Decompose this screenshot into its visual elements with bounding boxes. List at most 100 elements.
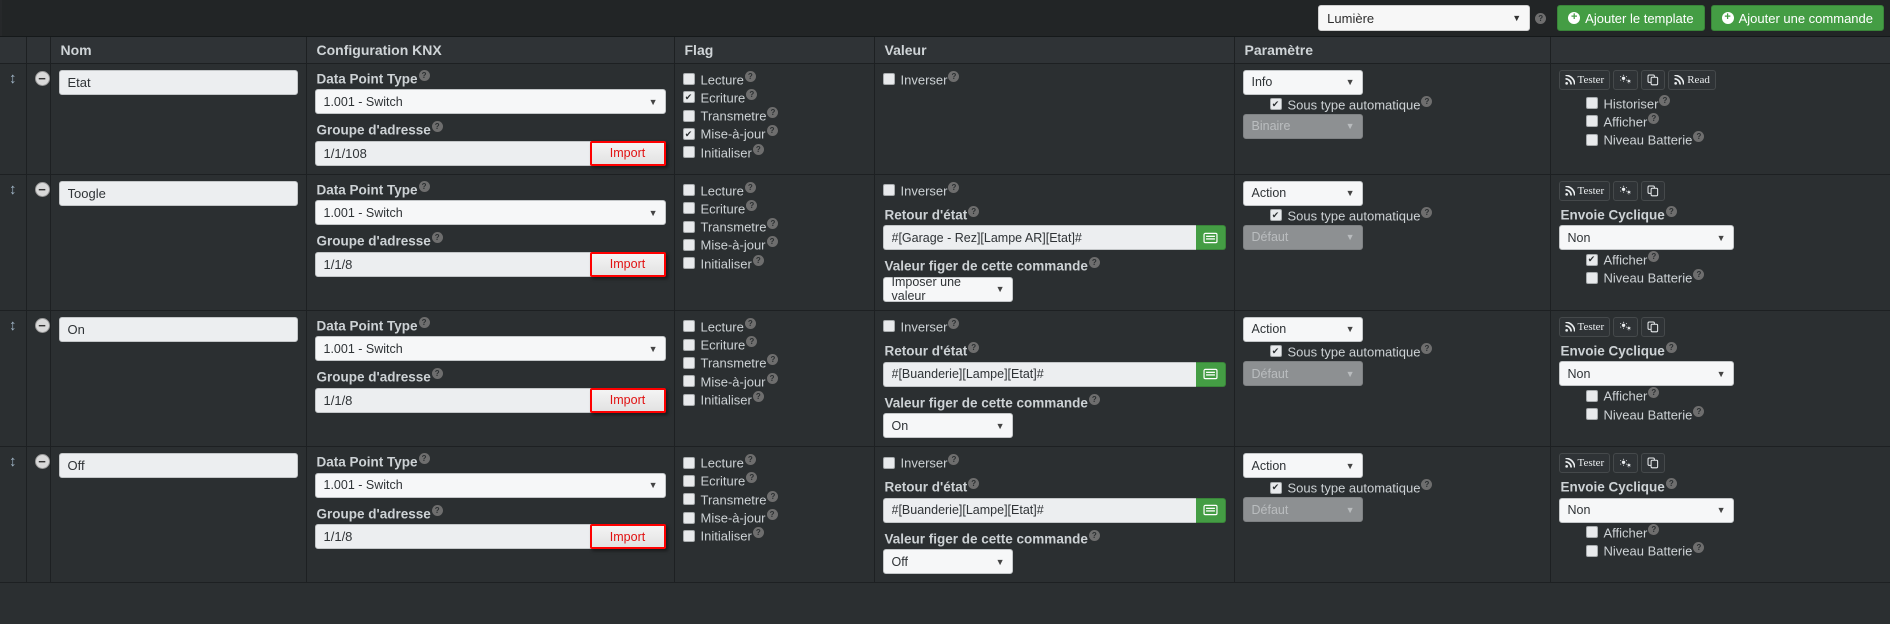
flag-mise-a-jour-checkbox[interactable]	[682, 239, 695, 252]
data-point-type-select[interactable]: 1.001 - Switch ▼	[314, 472, 666, 498]
help-icon[interactable]: ?	[418, 316, 430, 328]
help-icon[interactable]: ?	[1693, 131, 1705, 143]
drag-handle-icon[interactable]: ↕	[9, 317, 17, 334]
duplicate-button[interactable]	[1641, 180, 1666, 201]
inverser-checkbox[interactable]	[882, 320, 895, 333]
nom-input[interactable]	[58, 69, 298, 95]
import-button[interactable]: Import	[589, 140, 666, 166]
help-icon[interactable]: ?	[948, 454, 960, 466]
help-icon[interactable]: ?	[746, 88, 758, 100]
sous-type-automatique-checkbox[interactable]	[1269, 98, 1282, 111]
groupe-adresse-input[interactable]	[315, 252, 590, 276]
drag-handle-icon[interactable]: ↕	[9, 70, 17, 87]
help-icon[interactable]: ?	[752, 143, 764, 155]
sous-type-automatique-checkbox[interactable]	[1269, 209, 1282, 222]
niveau-batterie-checkbox[interactable]	[1585, 408, 1598, 421]
valeur-figer-select[interactable]: On ▼	[882, 413, 1013, 439]
nom-input[interactable]	[58, 316, 298, 342]
help-icon[interactable]: ?	[1421, 479, 1433, 491]
help-icon[interactable]: ?	[431, 504, 443, 516]
afficher-checkbox[interactable]	[1585, 115, 1598, 128]
help-icon[interactable]: ?	[744, 70, 756, 82]
help-icon[interactable]: ?	[744, 181, 756, 193]
sous-type-automatique-checkbox[interactable]	[1269, 481, 1282, 494]
configure-button[interactable]	[1613, 180, 1639, 201]
help-icon[interactable]: ?	[948, 181, 960, 193]
tester-button[interactable]: Tester	[1558, 453, 1611, 474]
help-icon[interactable]: ?	[1421, 206, 1433, 218]
help-icon[interactable]: ?	[744, 454, 756, 466]
configure-button[interactable]	[1613, 316, 1639, 337]
retour-etat-input[interactable]	[882, 225, 1196, 251]
import-button[interactable]: Import	[589, 387, 666, 413]
help-icon[interactable]: ?	[431, 121, 443, 132]
help-icon[interactable]: ?	[1693, 405, 1705, 417]
flag-transmetre-checkbox[interactable]	[682, 357, 695, 370]
valeur-figer-select[interactable]: Imposer une valeur ▼	[882, 275, 1013, 303]
help-icon[interactable]: ?	[767, 354, 779, 366]
select-retour-etat-button[interactable]	[1195, 497, 1226, 523]
tester-button[interactable]: Tester	[1558, 180, 1611, 201]
groupe-adresse-input[interactable]	[315, 525, 590, 549]
help-icon[interactable]: ?	[968, 478, 980, 490]
flag-transmetre-checkbox[interactable]	[682, 493, 695, 506]
data-point-type-select[interactable]: 1.001 - Switch ▼	[314, 89, 666, 114]
flag-initialiser-checkbox[interactable]	[682, 146, 695, 159]
drag-handle-icon[interactable]: ↕	[9, 453, 17, 470]
help-icon[interactable]: ?	[767, 490, 779, 502]
help-icon[interactable]: ?	[431, 368, 443, 380]
help-icon[interactable]: ?	[948, 70, 960, 82]
help-icon[interactable]: ?	[418, 69, 430, 81]
afficher-checkbox[interactable]	[1585, 526, 1598, 539]
flag-lecture-checkbox[interactable]	[682, 73, 695, 86]
retour-etat-input[interactable]	[882, 361, 1196, 387]
help-icon[interactable]: ?	[1659, 94, 1671, 106]
flag-ecriture-checkbox[interactable]	[682, 475, 695, 488]
flag-mise-a-jour-checkbox[interactable]	[682, 375, 695, 388]
tester-button[interactable]: Tester	[1558, 316, 1611, 337]
configure-button[interactable]	[1613, 453, 1639, 474]
groupe-adresse-input[interactable]	[315, 388, 590, 412]
add-template-button[interactable]: + Ajouter le template	[1557, 5, 1705, 31]
help-icon[interactable]: ?	[1535, 12, 1547, 24]
add-command-button[interactable]: + Ajouter une commande	[1710, 5, 1884, 31]
help-icon[interactable]: ?	[1088, 257, 1100, 269]
help-icon[interactable]: ?	[744, 317, 756, 329]
param-type-select[interactable]: Action ▼	[1242, 453, 1363, 479]
envoie-cyclique-select[interactable]: Non ▼	[1558, 225, 1734, 250]
retour-etat-input[interactable]	[882, 497, 1196, 523]
flag-mise-a-jour-checkbox[interactable]	[682, 511, 695, 524]
select-retour-etat-button[interactable]	[1195, 225, 1226, 251]
sous-type-automatique-checkbox[interactable]	[1269, 345, 1282, 358]
flag-ecriture-checkbox[interactable]	[682, 338, 695, 351]
duplicate-button[interactable]	[1641, 69, 1666, 90]
help-icon[interactable]: ?	[1665, 478, 1677, 490]
inverser-checkbox[interactable]	[882, 73, 895, 86]
niveau-batterie-checkbox[interactable]	[1585, 271, 1598, 284]
help-icon[interactable]: ?	[1693, 541, 1705, 553]
import-button[interactable]: Import	[589, 524, 666, 550]
help-icon[interactable]: ?	[1648, 387, 1660, 399]
niveau-batterie-checkbox[interactable]	[1585, 544, 1598, 557]
help-icon[interactable]: ?	[418, 453, 430, 465]
flag-transmetre-checkbox[interactable]	[682, 109, 695, 122]
help-icon[interactable]: ?	[1665, 205, 1677, 217]
inverser-checkbox[interactable]	[882, 456, 895, 469]
param-type-select[interactable]: Action ▼	[1242, 180, 1363, 206]
remove-row-button[interactable]: −	[34, 454, 50, 470]
duplicate-button[interactable]	[1641, 453, 1666, 474]
inverser-checkbox[interactable]	[882, 184, 895, 197]
help-icon[interactable]: ?	[766, 125, 778, 137]
help-icon[interactable]: ?	[767, 107, 779, 119]
remove-row-button[interactable]: −	[34, 70, 50, 86]
flag-initialiser-checkbox[interactable]	[682, 257, 695, 270]
help-icon[interactable]: ?	[1693, 269, 1705, 281]
configure-button[interactable]	[1613, 69, 1639, 90]
nom-input[interactable]	[58, 180, 298, 206]
help-icon[interactable]: ?	[766, 509, 778, 521]
flag-ecriture-checkbox[interactable]	[682, 202, 695, 215]
flag-initialiser-checkbox[interactable]	[682, 530, 695, 543]
help-icon[interactable]: ?	[752, 527, 764, 539]
groupe-adresse-input[interactable]	[315, 141, 590, 165]
duplicate-button[interactable]	[1641, 316, 1666, 337]
